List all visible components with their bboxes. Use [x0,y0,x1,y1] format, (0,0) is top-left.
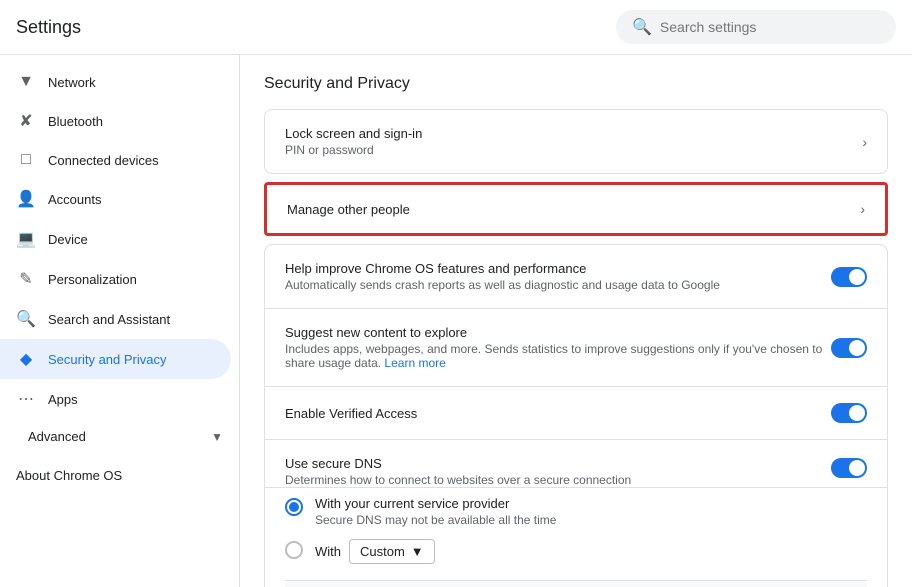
secure-dns-title: Use secure DNS [285,456,831,471]
toggle-slider [831,458,867,478]
sidebar-item-security-privacy[interactable]: ◆ Security and Privacy [0,339,231,379]
sidebar-item-label: Search and Assistant [48,312,170,327]
search-input[interactable] [660,19,860,35]
verified-access-content: Enable Verified Access [285,406,831,421]
sidebar-item-label: Device [48,232,88,247]
tablet-icon: □ [16,151,36,169]
sidebar-item-label: Connected devices [48,153,159,168]
sidebar-item-label: Apps [48,392,78,407]
radio-current-label: With your current service provider Secur… [315,496,556,527]
lock-screen-title: Lock screen and sign-in [285,126,854,141]
secure-dns-subtitle: Determines how to connect to websites ov… [285,473,831,487]
sidebar-item-device[interactable]: 💻 Device [0,219,231,259]
learn-more-link[interactable]: Learn more [384,356,445,370]
brush-icon: ✎ [16,269,36,289]
sidebar-item-advanced[interactable]: Advanced ▼ [0,419,239,454]
toggle-slider [831,338,867,358]
help-improve-title: Help improve Chrome OS features and perf… [285,261,831,276]
suggest-content-row: Suggest new content to explore Includes … [265,309,887,387]
bluetooth-icon: ✘ [16,111,36,131]
arrow-icon: › [860,201,865,217]
app-container: Settings 🔍 ▼ Network ✘ Bluetooth □ Conne… [0,0,912,587]
lock-screen-content: Lock screen and sign-in PIN or password [285,126,854,157]
sidebar: ▼ Network ✘ Bluetooth □ Connected device… [0,55,240,587]
sidebar-item-label: Security and Privacy [48,352,167,367]
sidebar-item-search-assistant[interactable]: 🔍 Search and Assistant [0,299,231,339]
toggles-card: Help improve Chrome OS features and perf… [264,244,888,587]
secure-dns-row: Use secure DNS Determines how to connect… [265,440,887,488]
sidebar-item-label: Personalization [48,272,137,287]
dns-radio-group: With your current service provider Secur… [265,488,887,587]
arrow-icon: › [862,134,867,150]
help-improve-subtitle: Automatically sends crash reports as wel… [285,278,831,292]
sidebar-item-bluetooth[interactable]: ✘ Bluetooth [0,101,231,141]
toggle-slider [831,403,867,423]
radio-custom-provider[interactable]: With Custom ▼ [285,539,867,564]
sidebar-item-personalization[interactable]: ✎ Personalization [0,259,231,299]
sidebar-item-connected-devices[interactable]: □ Connected devices [0,141,231,179]
help-improve-content: Help improve Chrome OS features and perf… [285,261,831,292]
chevron-down-icon: ▼ [211,430,223,444]
lock-screen-card: Lock screen and sign-in PIN or password … [264,109,888,174]
radio-current-provider[interactable]: With your current service provider Secur… [285,496,867,527]
about-label: About Chrome OS [16,468,122,483]
section-title: Security and Privacy [264,75,888,93]
suggest-content-title: Suggest new content to explore [285,325,831,340]
sidebar-item-label: Accounts [48,192,101,207]
search-icon: 🔍 [632,17,652,37]
manage-people-content: Manage other people [287,202,852,217]
body: ▼ Network ✘ Bluetooth □ Connected device… [0,55,912,587]
lock-screen-subtitle: PIN or password [285,143,854,157]
suggest-content-subtitle: Includes apps, webpages, and more. Sends… [285,342,831,370]
sidebar-advanced-label: Advanced [28,429,86,444]
app-title: Settings [16,17,81,38]
verified-access-title: Enable Verified Access [285,406,831,421]
custom-provider-input[interactable] [285,580,867,587]
shield-icon: ◆ [16,349,36,369]
suggest-content-toggle[interactable] [831,338,867,358]
search-bar[interactable]: 🔍 [616,10,896,44]
suggest-content-content: Suggest new content to explore Includes … [285,325,831,370]
sidebar-item-apps[interactable]: ⋯ Apps [0,379,231,419]
sidebar-item-accounts[interactable]: 👤 Accounts [0,179,231,219]
radio-selected-icon [285,498,303,516]
help-improve-row: Help improve Chrome OS features and perf… [265,245,887,309]
header: Settings 🔍 [0,0,912,55]
radio-custom-content: With Custom ▼ [315,539,435,564]
verified-access-toggle[interactable] [831,403,867,423]
manage-people-row[interactable]: Manage other people › [267,185,885,233]
manage-people-card: Manage other people › [264,182,888,236]
sidebar-item-label: Bluetooth [48,114,103,129]
sidebar-item-label: Network [48,75,96,90]
sidebar-item-about[interactable]: About Chrome OS [0,454,239,497]
secure-dns-toggle[interactable] [831,458,867,478]
lock-screen-row[interactable]: Lock screen and sign-in PIN or password … [265,110,887,173]
apps-icon: ⋯ [16,389,36,409]
secure-dns-content: Use secure DNS Determines how to connect… [285,456,831,487]
main-content: Security and Privacy Lock screen and sig… [240,55,912,587]
radio-empty-icon [285,541,303,559]
help-improve-toggle[interactable] [831,267,867,287]
person-icon: 👤 [16,189,36,209]
verified-access-row: Enable Verified Access [265,387,887,440]
search2-icon: 🔍 [16,309,36,329]
laptop-icon: 💻 [16,229,36,249]
sidebar-item-network[interactable]: ▼ Network [0,63,231,101]
toggle-slider [831,267,867,287]
dropdown-chevron-icon: ▼ [411,544,424,559]
manage-people-title: Manage other people [287,202,852,217]
wifi-icon: ▼ [16,73,36,91]
custom-dropdown[interactable]: Custom ▼ [349,539,435,564]
